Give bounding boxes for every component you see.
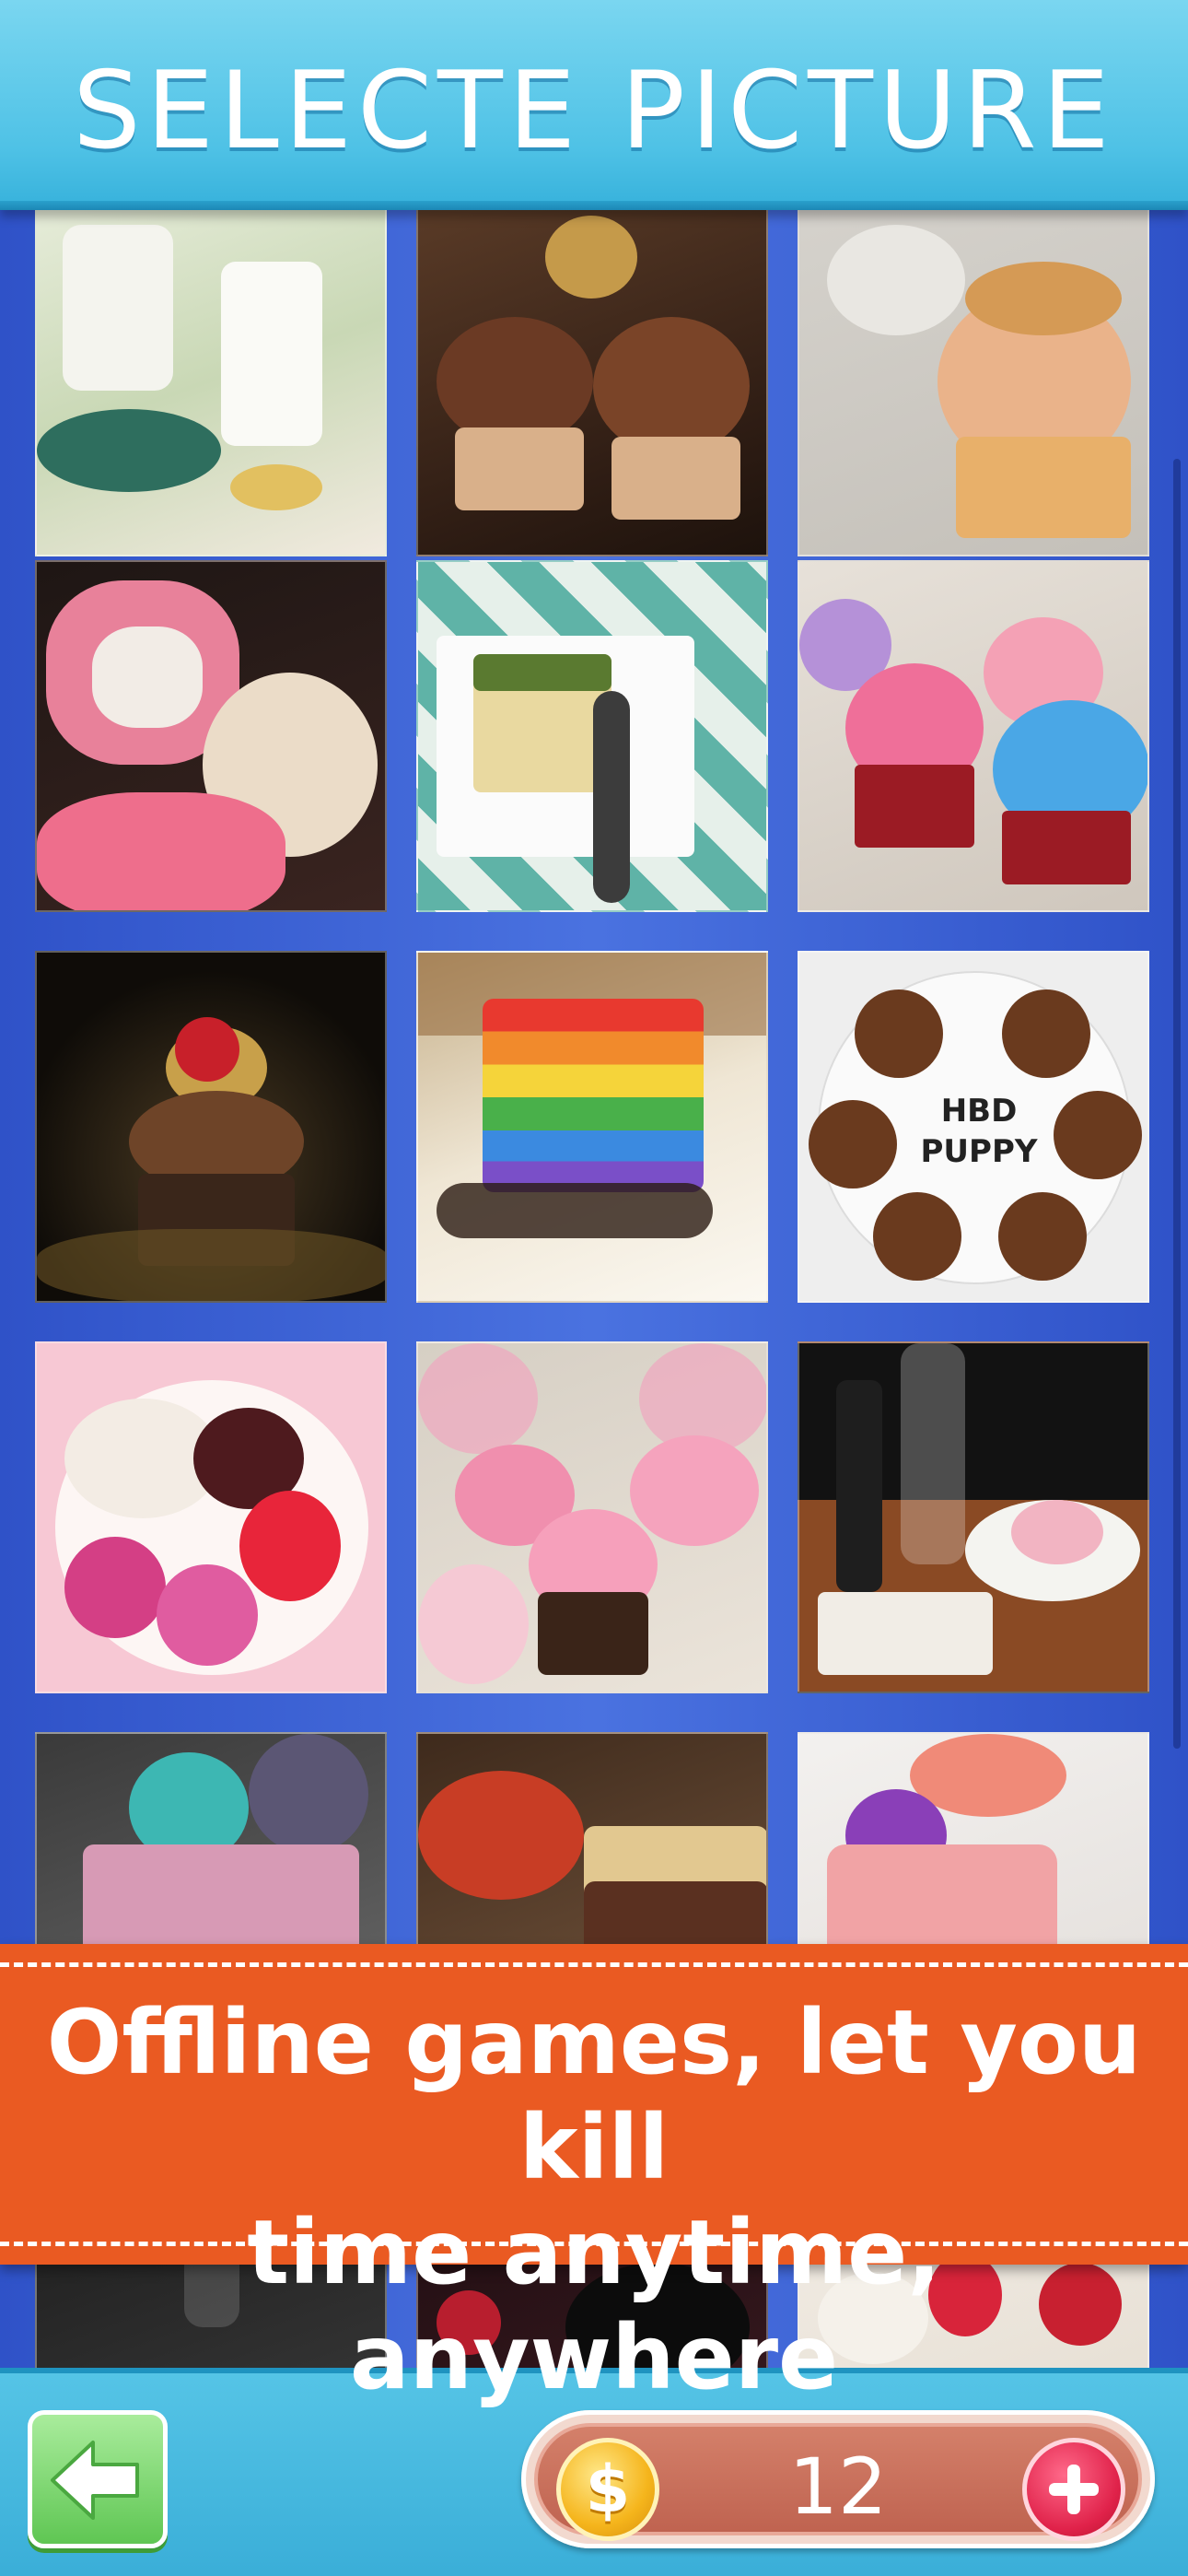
picture-tile-wine-and-dessert[interactable]	[798, 1341, 1149, 1693]
coin-balance: $ 12	[521, 2410, 1155, 2548]
picture-tile-pink-cupcakes[interactable]	[416, 1341, 768, 1693]
grid-scrollbar[interactable]	[1173, 459, 1181, 1749]
coin-icon: $	[556, 2438, 659, 2541]
picture-tile-rainbow-cake-slice[interactable]	[416, 951, 768, 1303]
banner-line-1: Offline games, let you kill	[46, 1991, 1142, 2199]
header-bar: SELECTE PICTURE	[0, 0, 1188, 210]
banner-text: Offline games, let you kill time anytime…	[0, 1990, 1188, 2410]
page-title: SELECTE PICTURE	[73, 48, 1115, 173]
picture-tile-frosted-cupcakes[interactable]	[798, 560, 1149, 912]
picture-tile-christmas-cupcakes[interactable]	[416, 210, 768, 556]
banner-stitch-bottom	[0, 2242, 1188, 2246]
banner-stitch-top	[0, 1962, 1188, 1967]
picture-tile-irish-coffee-mugs[interactable]	[35, 210, 387, 556]
add-coins-button[interactable]	[1022, 2438, 1125, 2541]
picture-tile-face-cupcakes[interactable]	[798, 210, 1149, 556]
puppy-caption: HBD PUPPY	[920, 1093, 1038, 1170]
coin-symbol: $	[585, 2452, 631, 2527]
picture-tile-gold-cupcake[interactable]	[35, 951, 387, 1303]
picture-tile-macaron-plate[interactable]	[35, 1341, 387, 1693]
picture-tile-matcha-cake-slice[interactable]	[416, 560, 768, 912]
banner-line-2: time anytime, anywhere	[247, 2201, 941, 2409]
picture-tile-puppy-cupcakes[interactable]: HBD PUPPY	[798, 951, 1149, 1303]
coin-balance-inner: $ 12	[534, 2423, 1142, 2541]
picture-tile-heart-cookies[interactable]	[35, 560, 387, 912]
promo-banner: Offline games, let you kill time anytime…	[0, 1944, 1188, 2409]
coin-count: 12	[788, 2441, 888, 2532]
back-button[interactable]	[28, 2410, 168, 2548]
